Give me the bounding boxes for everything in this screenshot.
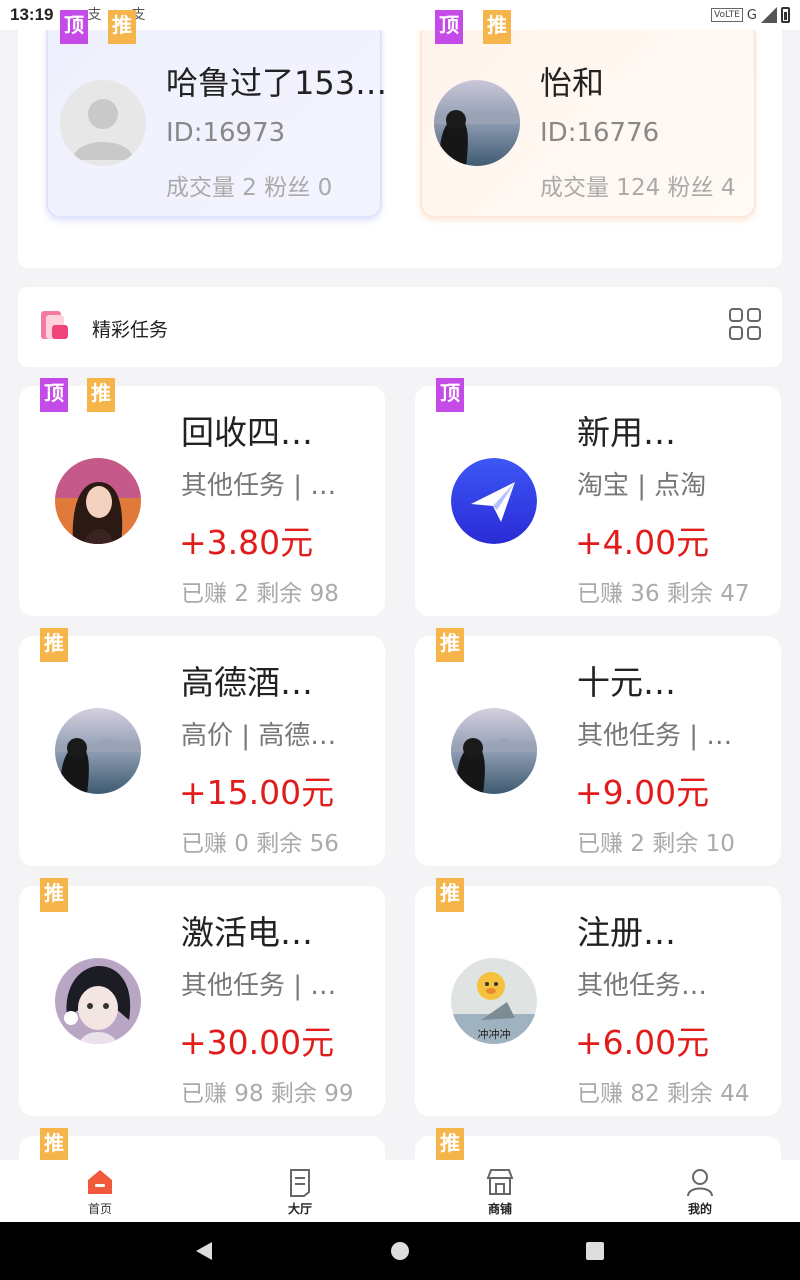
task-reward: +9.00元	[575, 773, 710, 812]
back-icon[interactable]	[192, 1238, 218, 1264]
avatar	[451, 708, 537, 794]
user-id: ID:16973	[166, 118, 286, 148]
task-reward: +30.00元	[179, 1023, 335, 1062]
top-tag: 顶	[436, 378, 464, 412]
profile-icon	[687, 1168, 713, 1196]
nav-home[interactable]: 首页	[0, 1160, 200, 1222]
nav-label: 大厅	[287, 1201, 312, 1216]
task-card[interactable]: 回收四… 其他任务 | … +3.80元 已赚 2 剩余 98	[19, 386, 385, 616]
nav-hall[interactable]: 大厅	[200, 1160, 400, 1222]
recommend-tag: 推	[40, 628, 68, 662]
task-title: 新用…	[577, 413, 676, 452]
user-name: 哈鲁过了153…	[166, 64, 388, 102]
task-title: 十元…	[577, 663, 676, 702]
task-category: 其他任务 | …	[577, 721, 733, 751]
shop-icon	[486, 1168, 514, 1195]
avatar	[55, 958, 141, 1044]
task-category: 高价 | 高德…	[181, 721, 337, 751]
user-card[interactable]: 哈鲁过了153… ID:16973 成交量 2 粉丝 0	[46, 20, 387, 218]
bottom-nav: 首页 大厅 商铺 我的	[0, 1160, 800, 1222]
task-reward: +15.00元	[179, 773, 335, 812]
top-tag: 顶	[435, 10, 463, 44]
avatar	[434, 80, 520, 166]
task-card[interactable]: 冲冲冲 注册… 其他任务… +6.00元 已赚 82 剩余 44	[415, 886, 781, 1116]
volte-icon: VoLTE	[710, 8, 743, 22]
task-category: 其他任务 | …	[181, 471, 337, 501]
task-reward: +6.00元	[575, 1023, 710, 1062]
task-title: 高德酒…	[181, 663, 313, 702]
recommend-tag: 推	[436, 1128, 464, 1162]
nav-profile[interactable]: 我的	[600, 1160, 800, 1222]
task-reward: +3.80元	[179, 523, 314, 562]
recommend-tag: 推	[483, 10, 511, 44]
avatar	[55, 708, 141, 794]
nav-label: 首页	[87, 1201, 112, 1216]
task-stats: 已赚 2 剩余 98	[181, 581, 339, 607]
home-icon	[88, 1169, 112, 1194]
recommend-tag: 推	[108, 10, 136, 44]
battery-icon	[781, 7, 790, 23]
nav-shop[interactable]: 商铺	[400, 1160, 600, 1222]
system-indicators: VoLTE G	[710, 7, 790, 23]
top-tag: 顶	[40, 378, 68, 412]
system-navigation-bar	[0, 1222, 800, 1280]
task-title: 回收四…	[181, 413, 313, 452]
avatar: 冲冲冲	[451, 958, 537, 1044]
recommend-tag: 推	[87, 378, 115, 412]
user-stats: 成交量 124 粉丝 4	[540, 175, 736, 201]
section-header: 精彩任务	[18, 287, 782, 367]
task-card[interactable]: 激活电… 其他任务 | … +30.00元 已赚 98 剩余 99	[19, 886, 385, 1116]
task-reward: +4.00元	[575, 523, 710, 562]
recommend-tag: 推	[40, 1128, 68, 1162]
nav-label: 商铺	[487, 1201, 512, 1216]
user-stats: 成交量 2 粉丝 0	[166, 175, 333, 201]
task-title: 激活电…	[181, 913, 313, 952]
network-type: G	[746, 7, 757, 23]
recommend-tag: 推	[436, 628, 464, 662]
recents-icon[interactable]	[582, 1238, 608, 1264]
hall-icon	[290, 1168, 310, 1197]
recommend-tag: 推	[40, 878, 68, 912]
grid-view-icon[interactable]	[728, 307, 762, 341]
section-title: 精彩任务	[92, 319, 169, 341]
status-time: 13:19	[10, 5, 54, 24]
user-id: ID:16776	[540, 118, 660, 148]
top-tag: 顶	[60, 10, 88, 44]
task-card[interactable]: 十元… 其他任务 | … +9.00元 已赚 2 剩余 10	[415, 636, 781, 866]
task-card[interactable]: 新用… 淘宝 | 点淘 +4.00元 已赚 36 剩余 47	[415, 386, 781, 616]
book-icon	[41, 311, 68, 339]
nav-label: 我的	[687, 1201, 712, 1216]
task-stats: 已赚 36 剩余 47	[577, 581, 750, 607]
task-stats: 已赚 98 剩余 99	[181, 1081, 354, 1107]
avatar	[451, 458, 537, 544]
signal-icon	[761, 7, 777, 23]
avatar	[55, 458, 141, 544]
task-category: 其他任务…	[577, 971, 708, 1001]
avatar	[60, 80, 146, 166]
alipay-icon: 支	[87, 7, 102, 23]
recommend-tag: 推	[436, 878, 464, 912]
task-stats: 已赚 82 剩余 44	[577, 1081, 750, 1107]
home-button-icon[interactable]	[387, 1238, 413, 1264]
task-category: 淘宝 | 点淘	[577, 471, 707, 501]
task-title: 注册…	[577, 913, 676, 952]
task-category: 其他任务 | …	[181, 971, 337, 1001]
task-stats: 已赚 0 剩余 56	[181, 831, 339, 857]
task-card[interactable]: 高德酒… 高价 | 高德… +15.00元 已赚 0 剩余 56	[19, 636, 385, 866]
task-stats: 已赚 2 剩余 10	[577, 831, 735, 857]
user-card[interactable]: 怡和 ID:16776 成交量 124 粉丝 4	[420, 20, 756, 218]
user-name: 怡和	[540, 64, 605, 102]
avatar-caption: 冲冲冲	[478, 1027, 511, 1041]
